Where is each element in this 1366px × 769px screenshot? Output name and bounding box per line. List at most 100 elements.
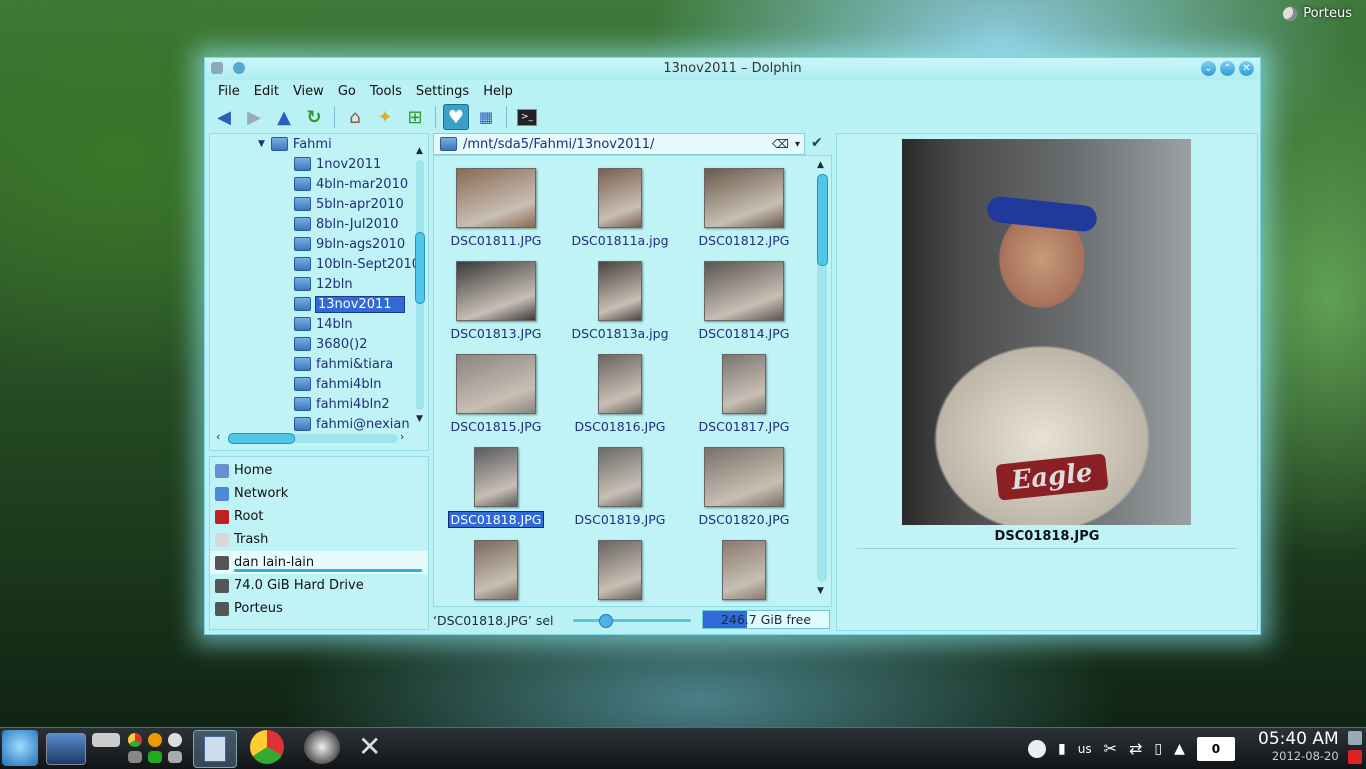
zoom-slider-track[interactable]	[573, 619, 691, 622]
view-scroll-up-icon[interactable]: ▲	[817, 160, 824, 170]
tree-vertical-scrollbar[interactable]: ▲ ▼	[415, 146, 425, 424]
back-button[interactable]: ◀	[211, 104, 237, 130]
menu-settings[interactable]: Settings	[409, 84, 476, 99]
up-button[interactable]: ▲	[271, 104, 297, 130]
clear-location-icon[interactable]: ⌫	[772, 137, 789, 151]
battery-icon[interactable]: ▯	[1154, 741, 1162, 757]
preview-toggle-button[interactable]: ♥	[443, 104, 469, 130]
tree-item[interactable]: 3680()2	[210, 334, 428, 354]
tree-item[interactable]: fahmi4bln	[210, 374, 428, 394]
file-manager-launcher-icon[interactable]	[92, 733, 120, 747]
usb-icon[interactable]: ⇄	[1129, 739, 1142, 758]
view-mode-button[interactable]: ▦	[473, 104, 499, 130]
tree-item[interactable]: fahmi&tiara	[210, 354, 428, 374]
place-item[interactable]: Porteus	[210, 597, 428, 620]
file-item[interactable]: DSC01812.JPG	[682, 168, 806, 258]
file-item[interactable]: DSC01813.JPG	[434, 261, 558, 351]
tree-scroll-thumb[interactable]	[415, 232, 425, 304]
tree-item[interactable]: 12bln	[210, 274, 428, 294]
minimize-button[interactable]: ⌄	[1201, 61, 1216, 76]
clock[interactable]: 05:40 AM 2012-08-20	[1258, 729, 1339, 763]
notifications-counter[interactable]: 0	[1196, 736, 1235, 761]
home-button[interactable]: ⌂	[342, 104, 368, 130]
network-signal-icon[interactable]: ▮	[1058, 741, 1066, 757]
tree-item[interactable]: 10bln-Sept2010	[210, 254, 428, 274]
view-scroll-down-icon[interactable]: ▼	[817, 586, 824, 596]
zoom-slider-handle[interactable]	[598, 614, 613, 628]
desktop-pager-icon[interactable]	[46, 733, 86, 765]
keyboard-layout-indicator[interactable]: us	[1078, 742, 1092, 756]
tools-task-button[interactable]: ✕	[358, 730, 394, 764]
file-item[interactable]	[558, 540, 682, 606]
file-item[interactable]: DSC01817.JPG	[682, 354, 806, 444]
settings-launcher-icon[interactable]	[168, 733, 182, 747]
scroll-up-icon[interactable]: ▲	[416, 146, 423, 156]
stop-icon[interactable]	[1028, 739, 1046, 758]
chrome-launcher-icon[interactable]	[128, 733, 142, 747]
show-desktop-icon[interactable]	[1348, 731, 1362, 745]
place-item[interactable]: Home	[210, 459, 428, 482]
terminal-button[interactable]: >_	[514, 104, 540, 130]
tree-item[interactable]: fahmi4bln2	[210, 394, 428, 414]
place-item[interactable]: 74.0 GiB Hard Drive	[210, 574, 428, 597]
file-item[interactable]: DSC01819.JPG	[558, 447, 682, 537]
place-item[interactable]: dan lain-lain	[210, 551, 428, 574]
file-item[interactable]: DSC01811a.jpg	[558, 168, 682, 258]
confirm-location-icon[interactable]: ✔	[811, 135, 823, 151]
kde-menu-icon[interactable]	[2, 730, 38, 766]
file-item[interactable]: DSC01820.JPG	[682, 447, 806, 537]
tree-item[interactable]: 8bln-Jul2010	[210, 214, 428, 234]
file-item[interactable]	[434, 540, 558, 606]
chrome-task-button[interactable]	[250, 730, 284, 764]
menu-edit[interactable]: Edit	[247, 84, 286, 99]
scroll-down-icon[interactable]: ▼	[416, 414, 423, 424]
power-icon[interactable]	[1348, 750, 1362, 764]
tray-expand-icon[interactable]: ▲	[1174, 741, 1185, 757]
file-item[interactable]: DSC01815.JPG	[434, 354, 558, 444]
zoom-slider[interactable]	[573, 614, 691, 628]
file-item[interactable]: DSC01814.JPG	[682, 261, 806, 351]
place-item[interactable]: Trash	[210, 528, 428, 551]
tree-item[interactable]: 9bln-ags2010	[210, 234, 428, 254]
tree-horizontal-scroll-thumb[interactable]	[228, 433, 295, 444]
editor-launcher-icon[interactable]	[168, 751, 182, 763]
new-tab-button[interactable]: ⊞	[402, 104, 428, 130]
file-item[interactable]: DSC01813a.jpg	[558, 261, 682, 351]
reload-button[interactable]: ↻	[301, 104, 327, 130]
dolphin-task-button[interactable]	[193, 730, 237, 768]
menu-help[interactable]: Help	[476, 84, 520, 99]
menu-tools[interactable]: Tools	[363, 84, 409, 99]
location-dropdown-icon[interactable]: ▾	[795, 139, 800, 150]
tree-item[interactable]: 4bln-mar2010	[210, 174, 428, 194]
place-item[interactable]: Root	[210, 505, 428, 528]
app-task-button[interactable]	[304, 730, 340, 764]
terminal-launcher-icon[interactable]	[128, 751, 142, 763]
tree-item[interactable]: 14bln	[210, 314, 428, 334]
gedit-launcher-icon[interactable]	[148, 751, 162, 763]
menu-file[interactable]: File	[211, 84, 247, 99]
location-bar[interactable]: /mnt/sda5/Fahmi/13nov2011/ ⌫ ▾	[433, 133, 805, 155]
menu-go[interactable]: Go	[331, 84, 363, 99]
scroll-right-icon[interactable]: ›	[400, 430, 404, 443]
tree-item[interactable]: 1nov2011	[210, 154, 428, 174]
title-bar[interactable]: 13nov2011 – Dolphin ⌄ ⌃ ✕	[205, 58, 1260, 80]
new-folder-button[interactable]: ✦	[372, 104, 398, 130]
file-item[interactable]	[682, 540, 806, 606]
location-path[interactable]: /mnt/sda5/Fahmi/13nov2011/	[463, 137, 772, 152]
tree-item[interactable]: 13nov2011	[210, 294, 428, 314]
scroll-left-icon[interactable]: ‹	[216, 430, 220, 443]
tree-item-parent[interactable]: ▼ Fahmi	[210, 134, 428, 154]
menu-view[interactable]: View	[286, 84, 331, 99]
tree-item[interactable]: 5bln-apr2010	[210, 194, 428, 214]
file-item[interactable]: DSC01816.JPG	[558, 354, 682, 444]
view-scroll-thumb[interactable]	[817, 174, 828, 266]
forward-button[interactable]: ▶	[241, 104, 267, 130]
close-button[interactable]: ✕	[1239, 61, 1254, 76]
clipboard-scissors-icon[interactable]: ✂	[1104, 739, 1117, 758]
file-item[interactable]: DSC01818.JPG	[434, 447, 558, 537]
maximize-button[interactable]: ⌃	[1220, 61, 1235, 76]
tree-item[interactable]: fahmi@nexian	[210, 414, 428, 434]
place-item[interactable]: Network	[210, 482, 428, 505]
file-item[interactable]: DSC01811.JPG	[434, 168, 558, 258]
firefox-launcher-icon[interactable]	[148, 733, 162, 747]
